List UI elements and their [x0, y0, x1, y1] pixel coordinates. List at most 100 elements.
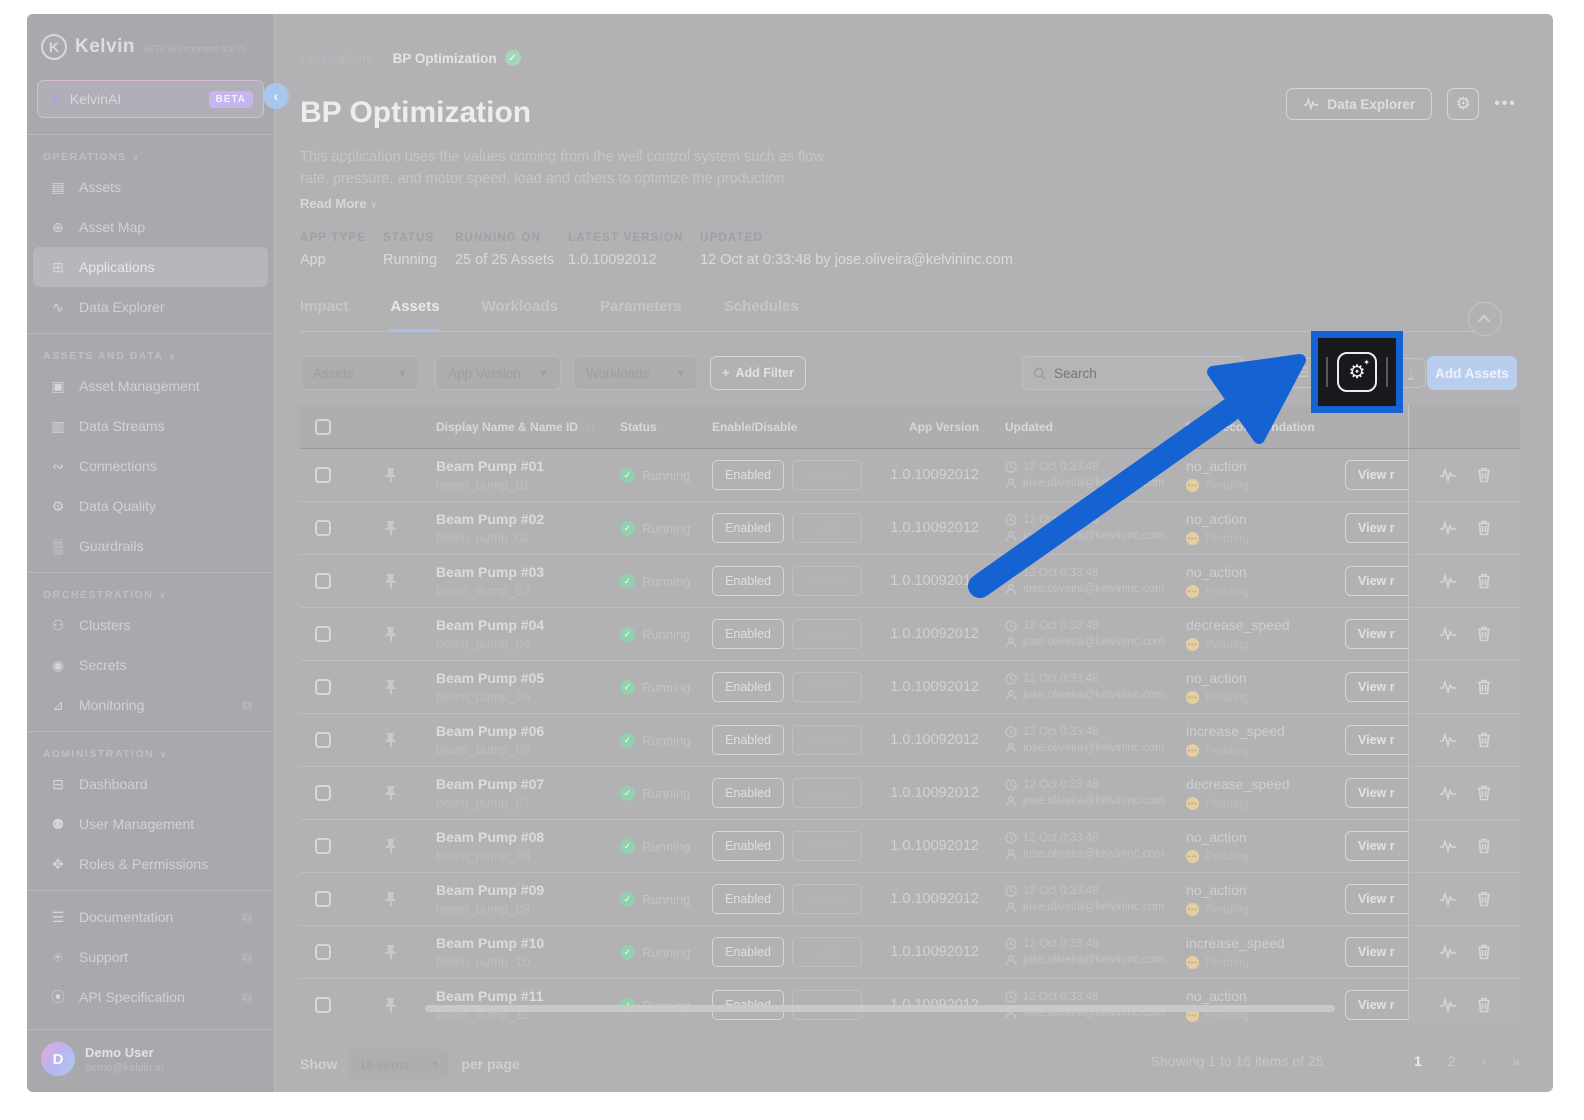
sidebar-section-header[interactable]: OPERATIONS∨	[27, 141, 274, 167]
sidebar-item-secrets[interactable]: ◉Secrets	[33, 645, 268, 685]
sidebar-item-data-quality[interactable]: ⚙Data Quality	[33, 486, 268, 526]
prev-page-button[interactable]: ‹	[1383, 1053, 1388, 1069]
sidebar-item-applications[interactable]: ⊞Applications	[33, 247, 268, 287]
disable-button[interactable]: Disabled	[792, 513, 862, 543]
trash-icon[interactable]	[1477, 732, 1491, 748]
disable-button[interactable]: Disabled	[792, 460, 862, 490]
row-checkbox[interactable]	[315, 997, 331, 1013]
trash-icon[interactable]	[1477, 944, 1491, 960]
sidebar-item-user-management[interactable]: ⚉User Management	[33, 804, 268, 844]
row-checkbox[interactable]	[315, 467, 331, 483]
sidebar-item-support[interactable]: ⍟Support⧉	[33, 937, 268, 977]
disable-button[interactable]: Disabled	[792, 566, 862, 596]
data-stream-icon[interactable]	[1439, 679, 1457, 695]
data-stream-icon[interactable]	[1439, 626, 1457, 642]
enable-button[interactable]: Enabled	[712, 937, 784, 967]
pin-icon[interactable]	[384, 573, 398, 589]
pin-icon[interactable]	[384, 679, 398, 695]
view-recommendation-button[interactable]: View r	[1345, 566, 1408, 596]
sort-icon[interactable]: ↓↑	[585, 423, 595, 434]
disable-button[interactable]: Disabled	[792, 725, 862, 755]
collapse-panel-button[interactable]	[1468, 302, 1502, 336]
row-checkbox[interactable]	[315, 626, 331, 642]
trash-icon[interactable]	[1477, 997, 1491, 1013]
asset-name[interactable]: Beam Pump #11	[436, 988, 620, 1004]
select-all-checkbox[interactable]	[315, 419, 331, 435]
enable-button[interactable]: Enabled	[712, 778, 784, 808]
tab-assets[interactable]: Assets	[390, 298, 439, 332]
sidebar-item-documentation[interactable]: ☰Documentation⧉	[33, 897, 268, 937]
pin-icon[interactable]	[384, 944, 398, 960]
data-stream-icon[interactable]	[1439, 467, 1457, 483]
trash-icon[interactable]	[1477, 838, 1491, 854]
tab-parameters[interactable]: Parameters	[600, 298, 682, 332]
view-recommendation-button[interactable]: View r	[1345, 884, 1408, 914]
asset-name[interactable]: Beam Pump #07	[436, 776, 620, 792]
sidebar-item-roles-permissions[interactable]: ✥Roles & Permissions	[33, 844, 268, 884]
asset-parameters-settings-button[interactable]: ⚙ ✦	[1337, 352, 1377, 392]
enable-button[interactable]: Enabled	[712, 831, 784, 861]
asset-name[interactable]: Beam Pump #04	[436, 617, 620, 633]
table-row[interactable]: Beam Pump #05 beam_pump_05 ✓ Running Ena…	[300, 661, 1520, 714]
filter-dropdown-workloads[interactable]: Workloads▼	[573, 356, 698, 390]
pin-icon[interactable]	[384, 997, 398, 1013]
sidebar-item-data-explorer[interactable]: ∿Data Explorer	[33, 287, 268, 327]
pin-icon[interactable]	[384, 732, 398, 748]
column-header-name[interactable]: Display Name & Name ID ↓↑	[436, 420, 620, 434]
trash-icon[interactable]	[1477, 626, 1491, 642]
enable-button[interactable]: Enabled	[712, 513, 784, 543]
view-recommendation-button[interactable]: View r	[1345, 460, 1408, 490]
table-row[interactable]: Beam Pump #11 beam_pump_11 ✓ Running Ena…	[300, 979, 1520, 1022]
trash-icon[interactable]	[1477, 679, 1491, 695]
horizontal-scrollbar[interactable]	[425, 1005, 1335, 1012]
data-stream-icon[interactable]	[1439, 891, 1457, 907]
asset-name[interactable]: Beam Pump #10	[436, 935, 620, 951]
view-recommendation-button[interactable]: View r	[1345, 937, 1408, 967]
trash-icon[interactable]	[1477, 520, 1491, 536]
view-recommendation-button[interactable]: View r	[1345, 725, 1408, 755]
sidebar-item-monitoring[interactable]: ⊿Monitoring⧉	[33, 685, 268, 725]
row-checkbox[interactable]	[315, 944, 331, 960]
disable-button[interactable]: Disabled	[792, 778, 862, 808]
row-checkbox[interactable]	[315, 838, 331, 854]
next-page-button[interactable]: ›	[1482, 1053, 1487, 1069]
disable-button[interactable]: Disabled	[792, 937, 862, 967]
table-row[interactable]: Beam Pump #03 beam_pump_03 ✓ Running Ena…	[300, 555, 1520, 608]
data-stream-icon[interactable]	[1439, 785, 1457, 801]
add-filter-button[interactable]: + Add Filter	[710, 356, 806, 390]
data-stream-icon[interactable]	[1439, 944, 1457, 960]
disable-button[interactable]: Disabled	[792, 619, 862, 649]
asset-name[interactable]: Beam Pump #05	[436, 670, 620, 686]
asset-name[interactable]: Beam Pump #06	[436, 723, 620, 739]
pin-icon[interactable]	[384, 520, 398, 536]
trash-icon[interactable]	[1477, 573, 1491, 589]
table-row[interactable]: Beam Pump #10 beam_pump_10 ✓ Running Ena…	[300, 926, 1520, 979]
sidebar-item-data-streams[interactable]: ▥Data Streams	[33, 406, 268, 446]
last-page-button[interactable]: »	[1512, 1053, 1520, 1069]
row-checkbox[interactable]	[315, 679, 331, 695]
view-recommendation-button[interactable]: View r	[1345, 672, 1408, 702]
more-options-button[interactable]: •••	[1494, 95, 1517, 113]
data-stream-icon[interactable]	[1439, 573, 1457, 589]
pin-icon[interactable]	[384, 785, 398, 801]
enable-button[interactable]: Enabled	[712, 672, 784, 702]
sidebar-collapse-button[interactable]: ‹	[263, 83, 289, 109]
sidebar-section-header[interactable]: ORCHESTRATION∨	[27, 579, 274, 605]
breadcrumb-parent[interactable]: Applications	[300, 51, 373, 66]
table-row[interactable]: Beam Pump #01 beam_pump_01 ✓ Running Ena…	[300, 449, 1520, 502]
data-stream-icon[interactable]	[1439, 732, 1457, 748]
data-stream-icon[interactable]	[1439, 520, 1457, 536]
sidebar-item-guardrails[interactable]: ▒Guardrails	[33, 526, 268, 566]
page-size-select[interactable]: 16 items ▼	[349, 1049, 449, 1079]
view-recommendation-button[interactable]: View r	[1345, 990, 1408, 1020]
pin-icon[interactable]	[384, 891, 398, 907]
search-box[interactable]	[1022, 356, 1245, 390]
tab-workloads[interactable]: Workloads	[482, 298, 558, 332]
data-stream-icon[interactable]	[1439, 997, 1457, 1013]
row-checkbox[interactable]	[315, 520, 331, 536]
trash-icon[interactable]	[1477, 785, 1491, 801]
sidebar-item-asset-management[interactable]: ▣Asset Management	[33, 366, 268, 406]
view-recommendation-button[interactable]: View r	[1345, 778, 1408, 808]
table-row[interactable]: Beam Pump #04 beam_pump_04 ✓ Running Ena…	[300, 608, 1520, 661]
asset-name[interactable]: Beam Pump #08	[436, 829, 620, 845]
